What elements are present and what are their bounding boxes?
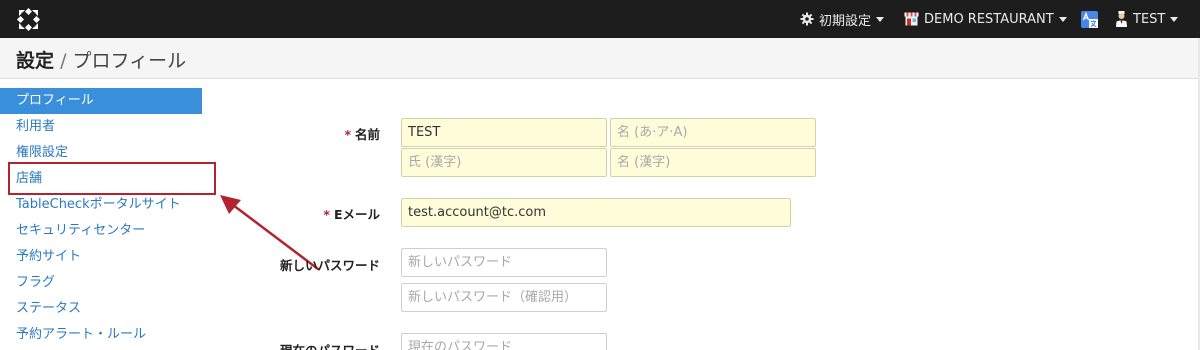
restaurant-menu-label: DEMO RESTAURANT — [924, 11, 1054, 27]
user-icon — [1116, 11, 1127, 27]
settings-menu-label: 初期設定 — [819, 13, 872, 29]
last-name-value: TEST — [408, 125, 441, 140]
first-name-input[interactable]: 名 (あ·ア·A) — [610, 118, 816, 147]
current-password-input[interactable]: 現在のパスワード — [401, 333, 607, 350]
page-title-sub: プロフィール — [72, 50, 187, 72]
page-header: 設定 / プロフィール — [0, 38, 1200, 79]
current-password-label: 現在のパスワード — [260, 340, 380, 350]
new-password-placeholder: 新しいパスワード — [408, 255, 513, 270]
chevron-down-icon — [876, 16, 885, 22]
language-menu[interactable] — [1081, 0, 1103, 38]
user-menu-label: TEST — [1133, 11, 1166, 27]
sidebar: プロフィール 利用者 権限設定 店舗 TableCheckポータルサイト セキュ… — [0, 88, 202, 348]
required-mark: * — [344, 127, 351, 142]
sidebar-item-booking-alert-rules[interactable]: 予約アラート・ルール — [0, 322, 202, 348]
first-name-kanji-input[interactable]: 名 (漢字) — [610, 148, 816, 177]
sidebar-item-profile[interactable]: プロフィール — [0, 88, 202, 114]
last-name-input[interactable]: TEST — [401, 118, 607, 147]
confirm-password-placeholder: 新しいパスワード（確認用） — [408, 290, 578, 305]
settings-menu[interactable]: 初期設定 — [800, 0, 885, 38]
last-name-kanji-placeholder: 氏 (漢字) — [408, 155, 462, 170]
gear-icon — [800, 12, 814, 26]
sidebar-item-statuses[interactable]: ステータス — [0, 296, 202, 322]
breadcrumb-separator: / — [60, 50, 67, 72]
sidebar-item-portal-site[interactable]: TableCheckポータルサイト — [0, 192, 202, 218]
current-password-placeholder: 現在のパスワード — [408, 340, 513, 350]
restaurant-icon — [904, 12, 919, 26]
name-label: * 名前 — [300, 124, 380, 143]
top-navbar: 初期設定 DEMO RESTAURANT TEST — [0, 0, 1200, 38]
tablecheck-logo-icon[interactable] — [16, 7, 41, 32]
last-name-kanji-input[interactable]: 氏 (漢字) — [401, 148, 607, 177]
chevron-down-icon — [1058, 16, 1067, 22]
new-password-label: 新しいパスワード — [279, 258, 380, 273]
email-label-text: Eメール — [333, 207, 380, 222]
chevron-down-icon — [1170, 16, 1179, 22]
restaurant-menu[interactable]: DEMO RESTAURANT — [904, 0, 1067, 38]
sidebar-item-users[interactable]: 利用者 — [0, 114, 202, 140]
email-value: test.account@tc.com — [408, 205, 547, 220]
translate-icon — [1081, 10, 1098, 28]
annotation-highlight-box — [8, 162, 216, 195]
page-title: 設定 / プロフィール — [16, 46, 186, 73]
name-label-text: 名前 — [354, 127, 380, 142]
sidebar-item-security-center[interactable]: セキュリティセンター — [0, 218, 202, 244]
user-menu[interactable]: TEST — [1115, 0, 1179, 38]
required-mark: * — [323, 207, 330, 222]
confirm-password-input[interactable]: 新しいパスワード（確認用） — [401, 283, 607, 312]
new-password-input[interactable]: 新しいパスワード — [401, 248, 607, 277]
email-label: * Eメール — [290, 204, 380, 223]
sidebar-item-flags[interactable]: フラグ — [0, 270, 202, 296]
page-title-main: 設定 — [16, 50, 55, 72]
first-name-kanji-placeholder: 名 (漢字) — [617, 155, 671, 170]
sidebar-item-booking-site[interactable]: 予約サイト — [0, 244, 202, 270]
email-input[interactable]: test.account@tc.com — [401, 198, 791, 227]
first-name-placeholder: 名 (あ·ア·A) — [617, 125, 688, 140]
